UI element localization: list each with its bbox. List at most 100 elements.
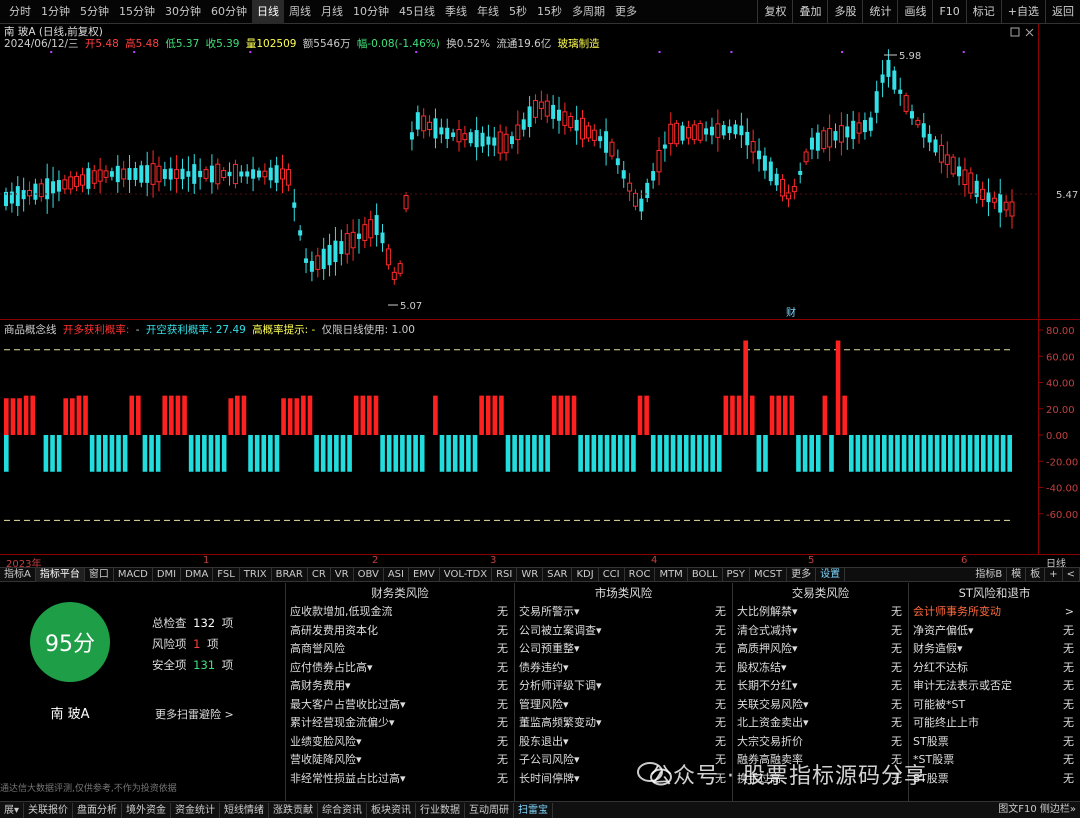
indicator-tab-10[interactable]: VR [331,567,354,582]
indicator-tab-right-4[interactable]: < [1063,568,1080,582]
indicator-tab-18[interactable]: KDJ [572,567,599,582]
period-tab-4[interactable]: 30分钟 [160,0,206,24]
period-tab-3[interactable]: 15分钟 [114,0,160,24]
risk-item[interactable]: 分析师评级下调▾ 无 [515,677,732,696]
risk-item[interactable]: 股东退出▾ 无 [515,733,732,752]
risk-item[interactable]: 净资产偏低▾ 无 [909,622,1080,641]
indicator-tab-21[interactable]: MTM [655,567,688,582]
bottom-tab-5[interactable]: 短线情绪 [220,802,270,818]
risk-item[interactable]: 清仓式减持▾ 无 [733,622,908,641]
bottom-tab-10[interactable]: 互动周研 [465,802,515,818]
indicator-tab-26[interactable]: 设置 [816,567,846,582]
risk-item[interactable]: 大比例解禁▾ 无 [733,603,908,622]
indicator-tab-15[interactable]: RSI [492,567,518,582]
period-tab-16[interactable]: 更多 [610,0,642,24]
indicator-tab-24[interactable]: MCST [750,567,788,582]
bottom-tab-1[interactable]: 关联报价 [24,802,74,818]
risk-item[interactable]: 公司预重整▾ 无 [515,640,732,659]
risk-item[interactable]: 应付债券占比高▾ 无 [286,659,514,678]
risk-item[interactable]: 股权冻结▾ 无 [733,659,908,678]
indicator-tab-6[interactable]: FSL [213,567,240,582]
indicator-tab-25[interactable]: 更多 [787,567,817,582]
indicator-tab-3[interactable]: MACD [114,567,153,582]
risk-item[interactable]: ST股票无 [909,733,1080,752]
period-tab-10[interactable]: 45日线 [394,0,440,24]
risk-item[interactable]: 分红不达标 无 [909,659,1080,678]
period-tab-2[interactable]: 5分钟 [75,0,114,24]
risk-item[interactable]: 财务造假▾ 无 [909,640,1080,659]
indicator-tab-right-0[interactable]: 指标B [971,568,1008,582]
indicator-tab-right-2[interactable]: 板 [1026,568,1046,582]
price-chart[interactable]: 南 玻A (日线,前复权) 2024/06/12/三 开5.48 高5.48 低… [0,24,1080,320]
risk-item[interactable]: 管理风险▾ 无 [515,696,732,715]
period-tab-14[interactable]: 15秒 [532,0,567,24]
indicator-tab-14[interactable]: VOL-TDX [440,567,493,582]
indicator-tab-right-3[interactable]: + [1045,568,1063,582]
indicator-tab-20[interactable]: ROC [625,567,656,582]
risk-item[interactable]: 会计师事务所变动 > [909,603,1080,622]
risk-item[interactable]: 董监高频繁变动▾ 无 [515,714,732,733]
risk-item[interactable]: 高财务费用▾ 无 [286,677,514,696]
indicator-tab-2[interactable]: 窗口 [85,567,114,582]
period-tab-12[interactable]: 年线 [472,0,504,24]
risk-item[interactable]: 高研发费用资本化 无 [286,622,514,641]
risk-item[interactable]: 最大客户占营收比过高▾ 无 [286,696,514,715]
tool-button-0[interactable]: 复权 [757,0,792,24]
sidebar-toggle[interactable]: 图文F10 侧边栏» [998,802,1076,818]
risk-item[interactable]: 北上资金卖出▾ 无 [733,714,908,733]
indicator-tab-17[interactable]: SAR [543,567,573,582]
risk-item[interactable]: *ST股票无 [909,751,1080,770]
finance-event-marker[interactable]: 财 [786,306,796,319]
bottom-tab-2[interactable]: 盘面分析 [73,802,123,818]
tool-button-6[interactable]: 标记 [965,0,1001,24]
indicator-tab-5[interactable]: DMA [181,567,214,582]
tool-button-4[interactable]: 画线 [897,0,932,24]
tool-button-1[interactable]: 叠加 [792,0,827,24]
more-scan-link[interactable]: 更多扫雷避险 > [155,706,234,722]
period-tab-7[interactable]: 周线 [284,0,316,24]
risk-item[interactable]: 应收款增加,低现金流 无 [286,603,514,622]
period-tab-0[interactable]: 分时 [4,0,36,24]
risk-item[interactable]: 审计无法表示或否定 无 [909,677,1080,696]
window-restore-icon[interactable] [1010,27,1020,37]
indicator-tab-13[interactable]: EMV [409,567,440,582]
bottom-tab-8[interactable]: 板块资讯 [367,802,417,818]
risk-item[interactable]: 业绩变脸风险▾ 无 [286,733,514,752]
tool-button-2[interactable]: 多股 [827,0,862,24]
bottom-tab-11[interactable]: 扫雷宝 [514,802,554,818]
indicator-tab-4[interactable]: DMI [153,567,182,582]
indicator-tab-8[interactable]: BRAR [272,567,308,582]
indicator-tab-12[interactable]: ASI [384,567,409,582]
indicator-tab-11[interactable]: OBV [354,567,384,582]
bottom-tab-0[interactable]: 展▾ [0,802,25,818]
risk-item[interactable]: 累计经营现金流偏少▾ 无 [286,714,514,733]
bottom-tab-6[interactable]: 涨跌贡献 [269,802,319,818]
tool-button-5[interactable]: F10 [932,0,965,24]
risk-item[interactable]: 高商誉风险 无 [286,640,514,659]
period-tab-8[interactable]: 月线 [316,0,348,24]
period-tab-6[interactable]: 日线 [252,0,284,24]
risk-item[interactable]: 可能被*ST 无 [909,696,1080,715]
risk-item[interactable]: 高质押风险▾ 无 [733,640,908,659]
risk-item[interactable]: ST股票无 [909,770,1080,789]
indicator-tab-23[interactable]: PSY [723,567,751,582]
period-tab-1[interactable]: 1分钟 [36,0,75,24]
bottom-tab-3[interactable]: 境外资金 [122,802,172,818]
indicator-tab-right-1[interactable]: 模 [1007,568,1027,582]
period-tab-11[interactable]: 季线 [440,0,472,24]
indicator-tab-1[interactable]: 指标平台 [35,567,85,582]
tool-button-7[interactable]: +自选 [1000,0,1045,24]
indicator-tab-19[interactable]: CCI [599,567,625,582]
risk-item[interactable]: 非经常性损益占比过高▾ 无 [286,770,514,789]
indicator-tab-16[interactable]: WR [517,567,544,582]
indicator-tab-7[interactable]: TRIX [240,567,272,582]
risk-item[interactable]: 长期不分红▾ 无 [733,677,908,696]
period-tab-13[interactable]: 5秒 [504,0,532,24]
tool-button-8[interactable]: 返回 [1045,0,1080,24]
indicator-tab-0[interactable]: 指标A [0,567,36,582]
bottom-tab-7[interactable]: 综合资讯 [318,802,368,818]
risk-item[interactable]: 大宗交易折价 无 [733,733,908,752]
indicator-tab-22[interactable]: BOLL [688,567,723,582]
bottom-tab-4[interactable]: 资金统计 [171,802,221,818]
close-icon[interactable] [1025,28,1034,37]
